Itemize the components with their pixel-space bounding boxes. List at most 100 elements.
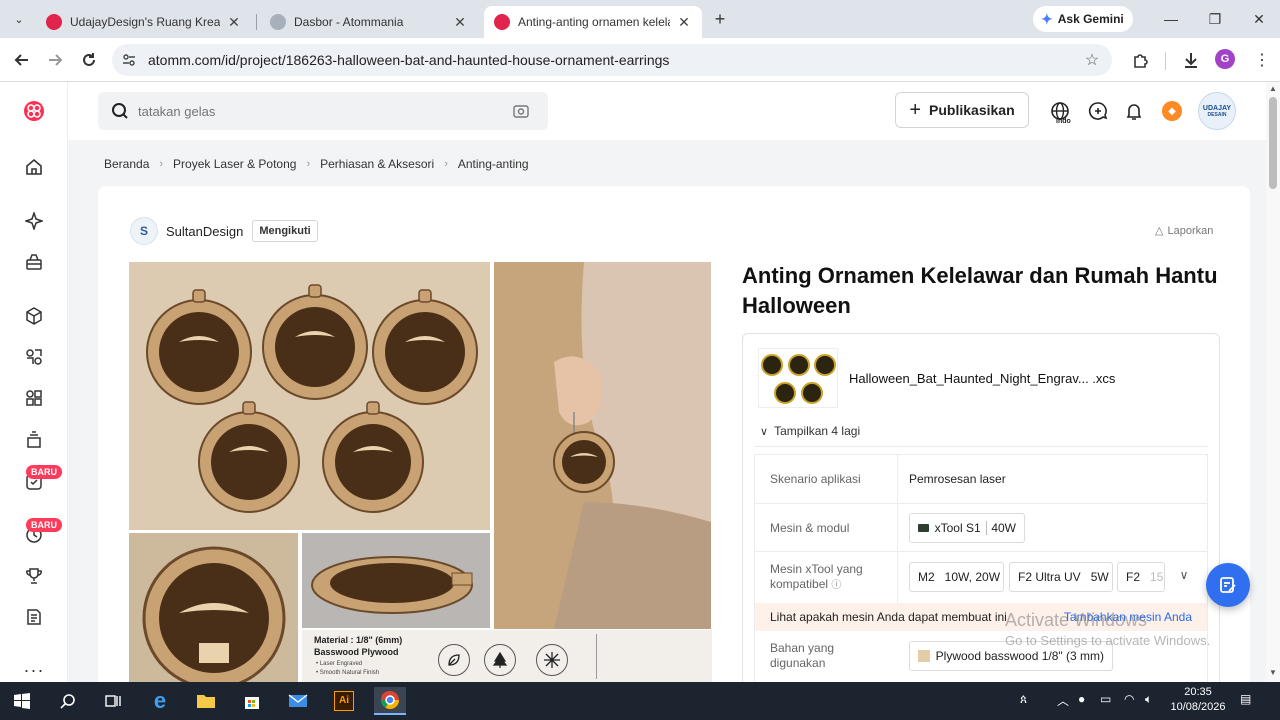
wifi-icon[interactable]: ◠ xyxy=(1124,692,1134,706)
new-tab-button[interactable]: + xyxy=(709,8,731,30)
compat-name: F2 xyxy=(1126,570,1141,584)
browser-menu-icon[interactable]: ⋮ xyxy=(1250,48,1274,72)
taskbar-search-icon[interactable] xyxy=(54,687,82,715)
breadcrumb-item-laser-projects[interactable]: Proyek Laser & Potong xyxy=(173,157,296,171)
document-list-icon[interactable] xyxy=(22,605,46,629)
close-tab-icon[interactable]: ✕ xyxy=(226,14,242,31)
windows-start-icon[interactable] xyxy=(8,687,36,715)
compatible-label-text: Mesin xTool yang kompatibel xyxy=(770,562,863,591)
tab-search-chevron-icon[interactable]: ⌄ xyxy=(8,8,30,30)
project-title: Anting Ornamen Kelelawar dan Rumah Hantu… xyxy=(742,263,1218,318)
expand-compatible-chevron-icon[interactable]: ∨ xyxy=(1176,568,1192,584)
spec-row-divider xyxy=(755,503,1207,504)
design-pattern-icon[interactable] xyxy=(22,345,46,369)
image-search-icon[interactable] xyxy=(512,102,530,120)
atomm-logo-icon[interactable] xyxy=(22,99,46,123)
gallery-main-image[interactable] xyxy=(129,262,490,530)
spec-row-divider xyxy=(755,551,1207,552)
shop-basket-icon[interactable] xyxy=(22,250,46,274)
home-icon[interactable] xyxy=(22,155,46,179)
site-search-bar[interactable] xyxy=(98,92,548,130)
user-avatar[interactable]: UDAJAY DESAIN xyxy=(1198,92,1236,130)
reload-icon[interactable] xyxy=(77,48,101,72)
follow-button[interactable]: Mengikuti xyxy=(252,220,318,242)
author-name[interactable]: SultanDesign xyxy=(166,224,243,239)
microsoft-store-icon[interactable] xyxy=(238,687,266,715)
file-thumbnail[interactable] xyxy=(758,348,838,408)
page-scrollbar[interactable]: ▲ ▼ xyxy=(1266,82,1280,682)
minimize-window-button[interactable]: — xyxy=(1160,8,1182,30)
chevron-right-icon: › xyxy=(306,158,311,170)
points-coin-icon[interactable]: ◆ xyxy=(1162,101,1182,121)
scroll-up-arrow-icon[interactable]: ▲ xyxy=(1269,84,1277,93)
breadcrumb-item-home[interactable]: Beranda xyxy=(104,157,149,171)
notification-center-icon[interactable]: ▤ xyxy=(1240,692,1251,706)
user-logo-line2: DESAIN xyxy=(1207,111,1227,118)
info-circle-icon[interactable]: ⓘ xyxy=(831,580,841,591)
battery-icon[interactable]: ▭ xyxy=(1100,692,1111,706)
materials-stack-icon[interactable] xyxy=(22,428,46,452)
spec-label-material: Bahan yang digunakan xyxy=(770,641,835,670)
compatible-machine-chip-m2[interactable]: M2 10W, 20W xyxy=(909,562,1004,592)
gallery-side-image[interactable] xyxy=(302,533,490,628)
people-icon[interactable]: ጰ xyxy=(1020,692,1027,707)
edge-browser-icon[interactable]: e xyxy=(146,687,174,715)
close-window-button[interactable]: ✕ xyxy=(1248,8,1270,30)
gallery-model-image[interactable] xyxy=(494,262,711,629)
restore-window-button[interactable]: ❐ xyxy=(1204,8,1226,30)
file-name[interactable]: Halloween_Bat_Haunted_Night_Engrav... .x… xyxy=(849,371,1115,386)
tray-app-icon[interactable]: ● xyxy=(1078,692,1085,706)
material-value: Plywood basswood 1/8" (3 mm) xyxy=(935,649,1104,663)
feedback-fab-button[interactable] xyxy=(1206,563,1250,607)
site-info-icon[interactable] xyxy=(118,49,140,71)
file-explorer-icon[interactable] xyxy=(192,687,220,715)
gallery-closeup-image[interactable] xyxy=(129,533,298,690)
ask-gemini-button[interactable]: ✦ Ask Gemini xyxy=(1033,6,1133,32)
task-view-icon[interactable] xyxy=(99,687,127,715)
browser-tab-anting[interactable]: Anting-anting ornamen kelelaw ✕ xyxy=(484,6,702,38)
extensions-puzzle-icon[interactable] xyxy=(1129,48,1153,72)
volume-icon[interactable]: 🔈︎ xyxy=(1145,692,1152,707)
apps-grid-icon[interactable] xyxy=(22,386,46,410)
profile-avatar[interactable]: G xyxy=(1215,49,1235,69)
illustrator-icon[interactable]: Ai xyxy=(330,687,358,715)
plus-icon: + xyxy=(909,98,922,121)
breadcrumb-item-earrings[interactable]: Anting-anting xyxy=(458,157,529,171)
compatible-machine-chip-f2[interactable]: F2 15 xyxy=(1117,562,1165,592)
notification-bell-icon[interactable] xyxy=(1122,99,1146,123)
sparkle-tools-icon[interactable] xyxy=(22,209,46,233)
trophy-icon[interactable] xyxy=(22,564,46,588)
mail-icon[interactable] xyxy=(284,687,312,715)
tree-icon xyxy=(484,644,516,676)
breadcrumb-item-jewelry[interactable]: Perhiasan & Aksesori xyxy=(320,157,434,171)
scroll-down-arrow-icon[interactable]: ▼ xyxy=(1269,668,1277,677)
chevron-down-icon: ∨ xyxy=(760,425,769,438)
machine-chip[interactable]: xTool S1 40W xyxy=(909,513,1025,543)
browser-tab-bar: ⌄ UdajayDesign's Ruang Kreatif - ✕ Dasbo… xyxy=(0,0,1280,38)
scrollbar-thumb[interactable] xyxy=(1269,97,1277,189)
cube-projects-icon[interactable] xyxy=(22,304,46,328)
back-arrow-icon[interactable] xyxy=(10,48,34,72)
atommania-favicon-icon xyxy=(270,14,286,30)
more-dots-icon[interactable]: ··· xyxy=(22,658,46,682)
address-bar[interactable]: atomm.com/id/project/186263-halloween-ba… xyxy=(112,44,1112,76)
forward-arrow-icon[interactable] xyxy=(43,48,67,72)
browser-tab-dasbor[interactable]: Dasbor - Atommania ✕ xyxy=(260,6,478,38)
compatible-machine-chip-f2-ultra-uv[interactable]: F2 Ultra UV 5W xyxy=(1009,562,1113,592)
show-more-files-button[interactable]: ∨ Tampilkan 4 lagi xyxy=(760,424,860,438)
download-icon[interactable] xyxy=(1179,48,1203,72)
taskbar-clock[interactable]: 20:35 10/08/2026 xyxy=(1170,685,1226,715)
close-tab-icon[interactable]: ✕ xyxy=(452,14,468,31)
bookmark-star-icon[interactable]: ☆ xyxy=(1080,50,1104,70)
browser-tab-udajay[interactable]: UdajayDesign's Ruang Kreatif - ✕ xyxy=(36,6,252,38)
publish-button[interactable]: + Publikasikan xyxy=(895,92,1029,128)
search-input[interactable] xyxy=(138,103,498,119)
tray-overflow-chevron-icon[interactable]: ︿ xyxy=(1057,692,1069,709)
author-avatar[interactable]: S xyxy=(130,217,158,245)
report-link[interactable]: △ Laporkan xyxy=(1155,224,1213,238)
chrome-taskbar-icon[interactable] xyxy=(374,687,406,715)
chat-add-icon[interactable] xyxy=(1086,99,1110,123)
close-tab-icon[interactable]: ✕ xyxy=(676,14,692,31)
clock-date: 10/08/2026 xyxy=(1170,701,1226,713)
gallery-product-info-image[interactable]: Material : 1/8" (6mm) Basswood Plywood •… xyxy=(302,630,712,683)
